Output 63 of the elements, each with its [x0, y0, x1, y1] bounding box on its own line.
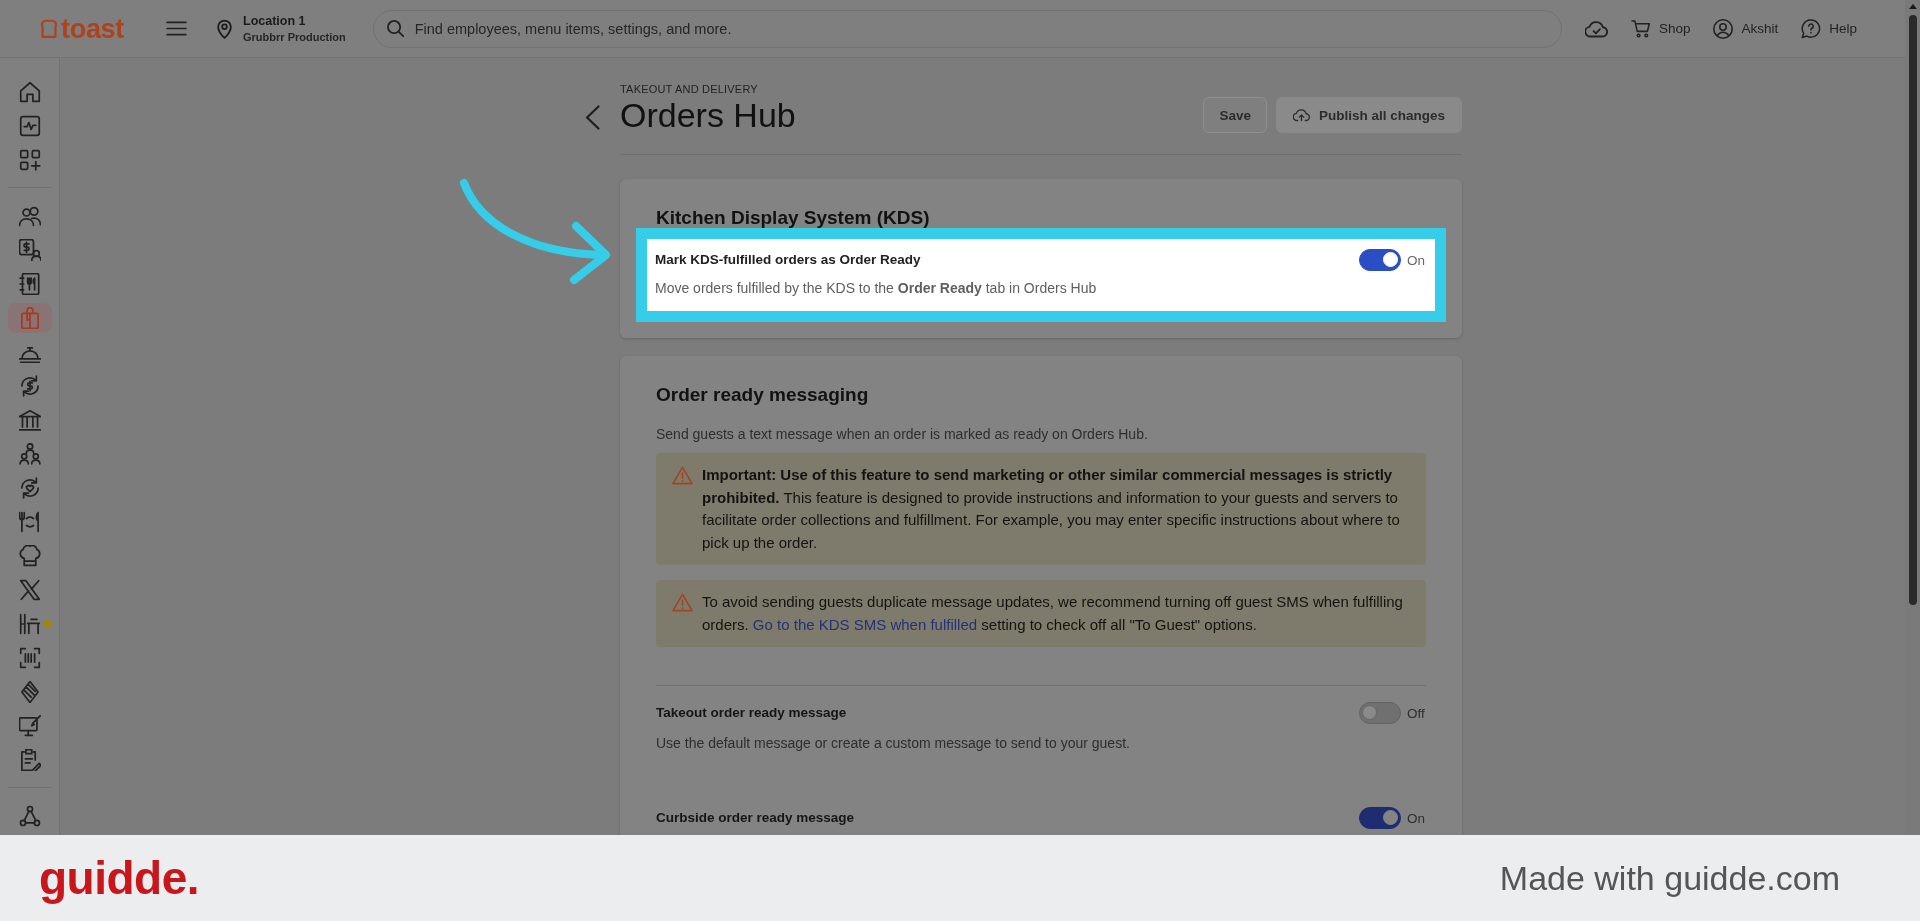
help-button[interactable]: Help [1801, 18, 1857, 39]
footer-credit: Made with guidde.com [1499, 858, 1840, 898]
bread-slice-icon [38, 17, 60, 40]
chef-hat-icon [18, 545, 41, 567]
barcode-scan-icon [18, 647, 41, 669]
home-icon [18, 81, 41, 103]
user-circle-icon [1713, 18, 1734, 39]
warning-icon [672, 466, 693, 485]
menu-book-icon [18, 273, 41, 295]
notice-text: To avoid sending guests duplicate message updates, we recommend turning off guest SMS when fulfilling orders. Go to the KDS SMS when fulfilled setting to check off all "To Guest" options. [702, 592, 1404, 635]
setting-description: Move orders fulfilled by the KDS to the Order Ready tab in Orders Hub [655, 279, 1098, 297]
cloud-check-icon[interactable] [1584, 19, 1608, 38]
scroll-up-arrow-icon[interactable] [1908, 4, 1917, 9]
toggle-state-label: Off [1407, 705, 1426, 721]
card-title: Kitchen Display System (KDS) [656, 208, 931, 228]
dollar-cycle-icon [18, 375, 41, 397]
cart-icon [1630, 18, 1651, 39]
grid-plus-icon [18, 149, 41, 171]
dollar-person-icon [18, 239, 41, 261]
toggle-switch[interactable] [1359, 249, 1401, 271]
settings-link[interactable]: Go to the KDS SMS when fulfilled [752, 615, 978, 633]
card-title: Order ready messaging [656, 385, 870, 405]
people-group-icon [18, 443, 41, 465]
notice-text: Important: Use of this feature to send marketing or other similar commercial messages is strictly prohibited. This feature is designed to provide instructions and information to your guests and servers to facilitate order collections and fulfillment. For example, you may enter specific instructions about where to pick up the order. [702, 465, 1401, 553]
setting-description: Use the default message or create a custom message to send to your guest. [656, 734, 1131, 752]
toggle-switch[interactable] [1359, 807, 1401, 829]
warning-icon [672, 593, 693, 612]
setting-title: Takeout order ready message [656, 704, 847, 722]
menu-icon [166, 21, 187, 36]
letter-x-icon [18, 579, 41, 601]
toggle-switch[interactable] [1359, 702, 1401, 724]
location-pin-icon [217, 18, 232, 39]
chair-table-icon [18, 613, 41, 635]
footer-logo: guidde. [39, 853, 200, 903]
back-button[interactable] [585, 105, 602, 130]
share-nodes-icon [18, 805, 41, 827]
section-label: TAKEOUT AND DELIVERY [620, 82, 759, 96]
bank-icon [18, 409, 41, 431]
activity-icon [18, 115, 41, 137]
logo-text: toast [61, 13, 124, 44]
shop-button[interactable]: Shop [1630, 18, 1691, 39]
search-field[interactable]: Find employees, menu items, settings, and more. [372, 9, 1562, 48]
page-title: Orders Hub [620, 96, 797, 134]
diamond-icon [18, 681, 41, 703]
bag-icon [18, 307, 41, 329]
help-icon [1801, 18, 1822, 39]
clipboard-pen-icon [18, 749, 41, 771]
chevron-left-icon [585, 105, 600, 130]
menu-button[interactable] [166, 21, 187, 36]
search-icon [386, 20, 404, 37]
cloud-upload-icon [1292, 108, 1310, 122]
card-description: Send guests a text message when an order is marked as ready on Orders Hub. [656, 425, 1149, 444]
monitor-pen-icon [18, 715, 41, 737]
location-button[interactable]: Location 1 Grubbrr Production [217, 14, 346, 43]
setting-title: Mark KDS-fulfilled orders as Order Ready [655, 251, 921, 269]
toggle-state-label: On [1407, 252, 1426, 268]
utensils-plate-icon [18, 511, 41, 533]
toggle-state-label: On [1407, 810, 1426, 826]
heart-cycle-icon [18, 477, 41, 499]
people-icon [18, 205, 41, 227]
scrollbar-thumb[interactable] [1908, 15, 1917, 605]
setting-title: Curbside order ready message [656, 809, 855, 827]
account-button[interactable]: Akshit [1713, 18, 1779, 39]
